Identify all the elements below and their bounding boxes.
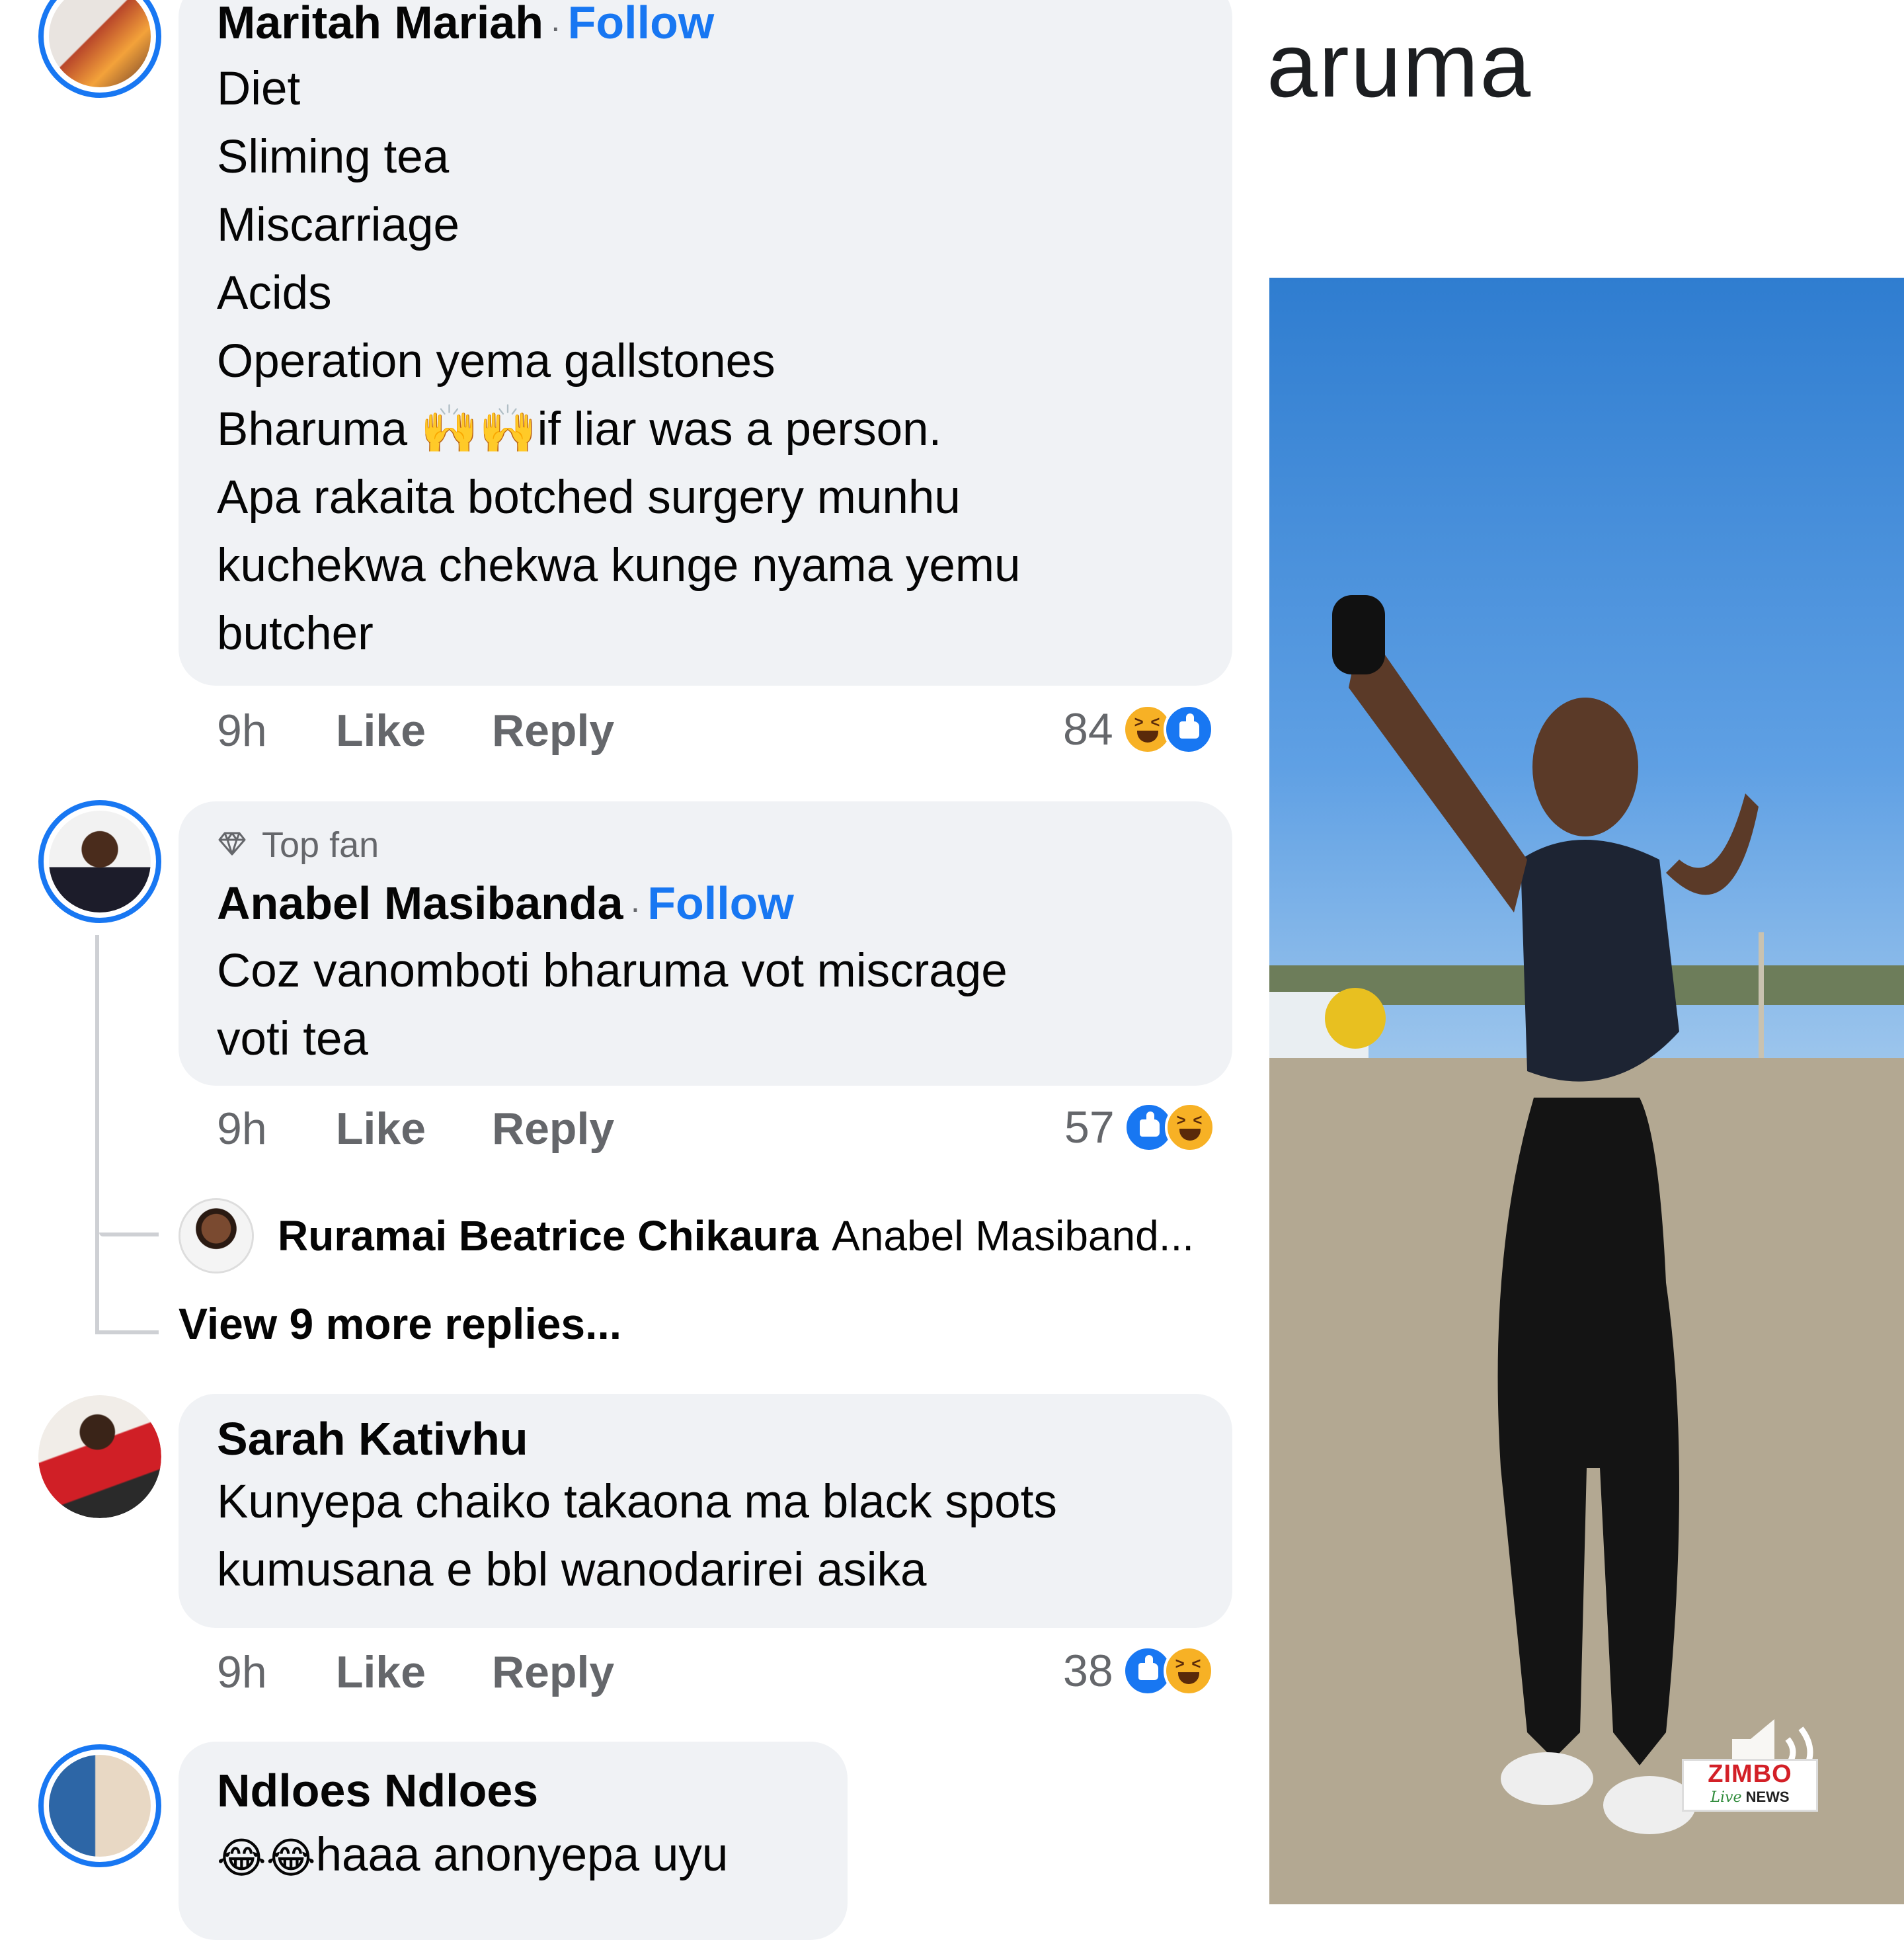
photo-scene xyxy=(1269,595,1904,1904)
haha-reaction-icon xyxy=(1163,1646,1214,1696)
avatar[interactable] xyxy=(38,800,161,923)
comment-bubble: Maritah Mariah · Follow Diet Sliming tea M… xyxy=(178,0,1232,686)
reaction-count: 84 xyxy=(1063,704,1113,754)
reply-preview[interactable]: Ruramai Beatrice Chikaura Anabel Masiban… xyxy=(278,1211,1194,1260)
comment-author-line: Maritah Mariah · Follow xyxy=(217,0,1194,54)
comment-bubble: Ndloes Ndloes 😂😂haaa anonyepa uyu xyxy=(178,1742,848,1940)
reply-author[interactable]: Ruramai Beatrice Chikaura xyxy=(278,1211,818,1260)
reply-button[interactable]: Reply xyxy=(492,1646,614,1698)
reaction-summary[interactable]: 38 xyxy=(1063,1645,1214,1697)
diamond-icon xyxy=(217,825,247,865)
comment-text: Coz vanomboti bharuma vot miscrage voti … xyxy=(217,945,1008,1065)
comment-author[interactable]: Sarah Kativhu xyxy=(217,1413,528,1465)
comment-timestamp[interactable]: 9h xyxy=(217,705,336,756)
comment-timestamp[interactable]: 9h xyxy=(217,1103,336,1154)
view-more-replies-link[interactable]: View 9 more replies... xyxy=(178,1299,621,1349)
comment-text-body: haaa anonyepa uyu xyxy=(315,1829,729,1881)
reply-button[interactable]: Reply xyxy=(492,1103,614,1154)
watermark-line1: ZIMBO xyxy=(1708,1760,1792,1788)
comment-author[interactable]: Anabel Masibanda xyxy=(217,877,623,929)
comment-text: Kunyepa chaiko takaona ma black spots ku… xyxy=(217,1476,1057,1596)
comment-author-line: Sarah Kativhu xyxy=(217,1412,1194,1465)
avatar[interactable] xyxy=(178,1198,254,1273)
like-button[interactable]: Like xyxy=(336,1646,492,1698)
comment-actions: 9h Like Reply xyxy=(217,705,614,756)
comment-bubble: Sarah Kativhu Kunyepa chaiko takaona ma … xyxy=(178,1394,1232,1628)
reply-snippet: Anabel Masiband... xyxy=(832,1212,1195,1260)
post-photo[interactable] xyxy=(1269,278,1904,1904)
comment-bubble: Top fan Anabel Masibanda · Follow Coz vano… xyxy=(178,801,1232,1086)
comment-timestamp[interactable]: 9h xyxy=(217,1646,336,1698)
top-fan-label: Top fan xyxy=(262,825,379,865)
comment-author[interactable]: Ndloes Ndloes xyxy=(217,1765,538,1816)
watermark-live: Live xyxy=(1710,1789,1742,1806)
comment-text: 😂😂haaa anonyepa uyu xyxy=(217,1821,809,1892)
top-fan-badge: Top fan xyxy=(217,825,1194,865)
avatar[interactable] xyxy=(38,0,161,98)
zimbo-live-news-logo: ZIMBO Live NEWS xyxy=(1682,1759,1818,1812)
reaction-count: 38 xyxy=(1063,1646,1113,1696)
comment-actions: 9h Like Reply xyxy=(217,1646,614,1698)
like-button[interactable]: Like xyxy=(336,1103,492,1154)
watermark-line2: Live NEWS xyxy=(1684,1787,1816,1808)
follow-button[interactable]: Follow xyxy=(568,0,715,48)
thread-connector xyxy=(99,1233,159,1236)
reaction-summary[interactable]: 84 xyxy=(1063,704,1214,755)
comment-author[interactable]: Maritah Mariah xyxy=(217,0,543,48)
thread-connector xyxy=(95,935,99,1334)
comment-actions: 9h Like Reply xyxy=(217,1103,614,1154)
avatar[interactable] xyxy=(38,1744,161,1867)
follow-button[interactable]: Follow xyxy=(647,877,794,929)
watermark-news: NEWS xyxy=(1745,1789,1790,1805)
reaction-count: 57 xyxy=(1064,1102,1115,1152)
comment-text: Diet Sliming tea Miscarriage Acids Opera… xyxy=(217,63,1021,660)
laughing-emoji-icon: 😂😂 xyxy=(217,1834,316,1882)
reply-button[interactable]: Reply xyxy=(492,705,614,756)
post-title-fragment: aruma xyxy=(1267,15,1532,116)
like-button[interactable]: Like xyxy=(336,705,492,756)
avatar[interactable] xyxy=(38,1395,161,1518)
haha-reaction-icon xyxy=(1164,1102,1215,1152)
comment-author-line: Anabel Masibanda · Follow xyxy=(217,877,794,929)
like-reaction-icon xyxy=(1163,704,1214,754)
reaction-summary[interactable]: 57 xyxy=(1064,1102,1215,1153)
thread-connector xyxy=(99,1330,159,1334)
comment-author-line: Ndloes Ndloes xyxy=(217,1764,809,1817)
